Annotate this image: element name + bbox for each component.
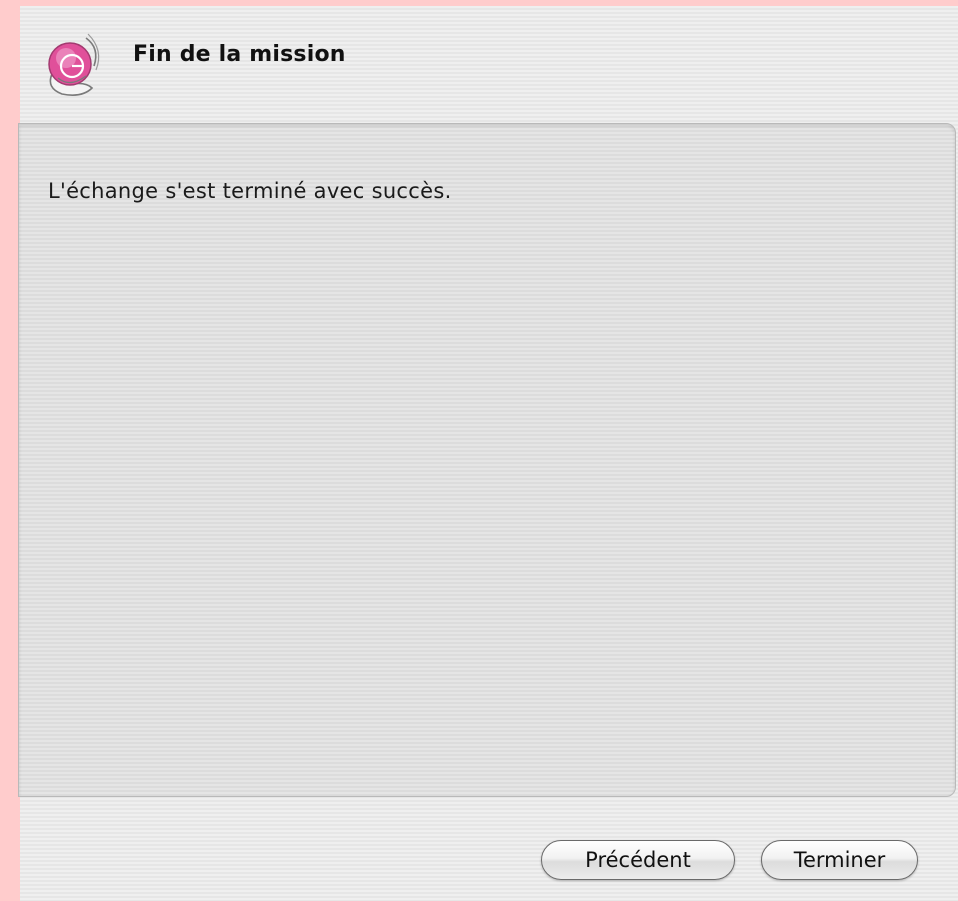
content-panel: L'échange s'est terminé avec succès. [18, 123, 956, 797]
previous-button[interactable]: Précédent [541, 840, 735, 880]
finish-button[interactable]: Terminer [761, 840, 918, 880]
window-header: Fin de la mission [20, 6, 958, 122]
assistant-globe-icon [42, 30, 106, 98]
status-message: L'échange s'est terminé avec succès. [48, 179, 452, 203]
page-title: Fin de la mission [133, 42, 346, 67]
assistant-window: Fin de la mission L'échange s'est termin… [18, 6, 958, 901]
screenshot-frame: Fin de la mission L'échange s'est termin… [0, 0, 958, 901]
